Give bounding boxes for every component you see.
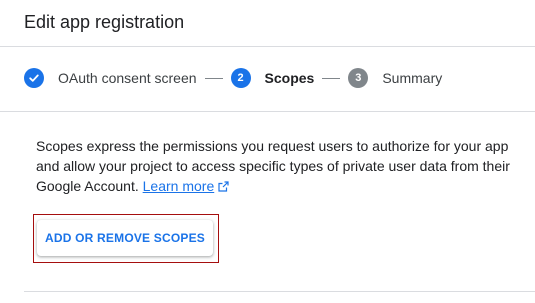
step-2-number-icon: 2 bbox=[230, 68, 251, 88]
scopes-description: Scopes express the permissions you reque… bbox=[36, 136, 526, 197]
stepper-row: OAuth consent screen 2 Scopes 3 Summary bbox=[24, 67, 442, 89]
step-scopes[interactable]: Scopes bbox=[265, 70, 315, 86]
check-icon bbox=[24, 68, 44, 88]
registration-stepper: OAuth consent screen 2 Scopes 3 Summary bbox=[0, 47, 535, 112]
step-summary[interactable]: Summary bbox=[382, 70, 442, 86]
page-title: Edit app registration bbox=[24, 12, 185, 32]
external-link-icon[interactable] bbox=[218, 177, 229, 197]
step-3-number-icon: 3 bbox=[348, 68, 369, 88]
page-header: Edit app registration bbox=[0, 0, 535, 47]
edit-app-registration-page: Edit app registration OAuth consent scre… bbox=[0, 0, 535, 303]
step-connector bbox=[204, 77, 223, 79]
step-oauth-consent-screen[interactable]: OAuth consent screen bbox=[58, 70, 197, 86]
section-divider bbox=[24, 291, 535, 292]
learn-more-link[interactable]: Learn more bbox=[143, 178, 215, 194]
scopes-description-text: Scopes express the permissions you reque… bbox=[36, 138, 510, 194]
add-or-remove-scopes-button[interactable]: ADD OR REMOVE SCOPES bbox=[37, 220, 213, 256]
step-connector bbox=[322, 77, 341, 79]
